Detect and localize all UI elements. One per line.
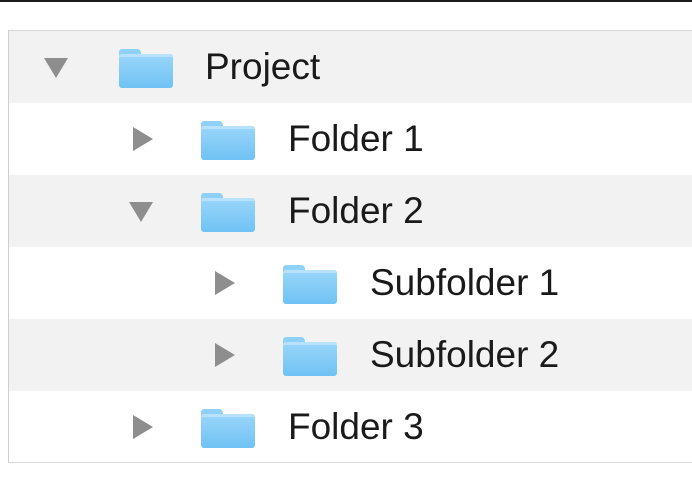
- tree-row-label: Project: [205, 46, 321, 87]
- tree-row-label: Subfolder 1: [370, 262, 560, 303]
- folder-tree: Project Folder 1 Folder 2 Subfolder 1 Su…: [8, 30, 692, 463]
- disclosure-collapsed-icon[interactable]: [133, 127, 153, 151]
- disclosure-collapsed-icon[interactable]: [215, 343, 235, 367]
- folder-icon: [201, 409, 255, 449]
- folder-icon: [119, 49, 173, 89]
- tree-row-subfolder-2[interactable]: Subfolder 2: [9, 319, 692, 391]
- tree-row-folder-3[interactable]: Folder 3: [9, 391, 692, 462]
- disclosure-expanded-icon[interactable]: [129, 202, 153, 222]
- folder-icon: [283, 265, 337, 305]
- disclosure-collapsed-icon[interactable]: [133, 415, 153, 439]
- folder-icon: [201, 121, 255, 161]
- tree-row-label: Subfolder 2: [370, 334, 560, 375]
- tree-row-subfolder-1[interactable]: Subfolder 1: [9, 247, 692, 319]
- tree-row-project[interactable]: Project: [9, 31, 692, 103]
- tree-row-label: Folder 2: [288, 190, 424, 231]
- tree-row-folder-1[interactable]: Folder 1: [9, 103, 692, 175]
- disclosure-collapsed-icon[interactable]: [215, 271, 235, 295]
- folder-icon: [283, 337, 337, 377]
- disclosure-expanded-icon[interactable]: [44, 58, 68, 78]
- folder-icon: [201, 193, 255, 233]
- tree-row-label: Folder 3: [288, 406, 424, 447]
- tree-row-folder-2[interactable]: Folder 2: [9, 175, 692, 247]
- window-top-border: [0, 0, 692, 2]
- tree-row-label: Folder 1: [288, 118, 424, 159]
